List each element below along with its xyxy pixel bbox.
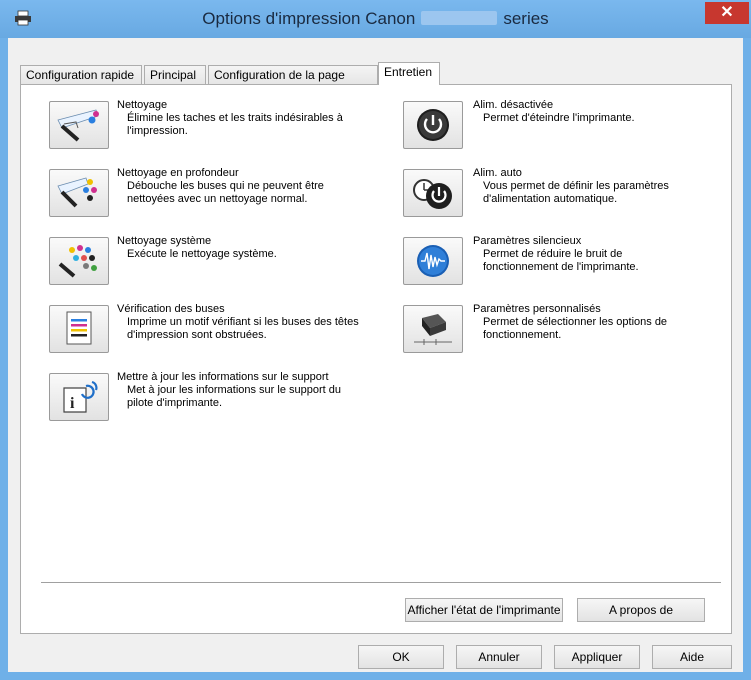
ok-button[interactable]: OK (358, 645, 444, 669)
about-button[interactable]: A propos de (577, 598, 705, 622)
apply-button[interactable]: Appliquer (554, 645, 640, 669)
power-off-button[interactable] (403, 101, 463, 149)
cleaning-desc: Élimine les taches et les traits indésir… (127, 112, 343, 137)
custom-settings-icon (414, 314, 452, 345)
tab-page-setup[interactable]: Configuration de la page (208, 65, 378, 84)
tab-quick-setup[interactable]: Configuration rapide (20, 65, 142, 84)
update-media-info-button[interactable]: i (49, 373, 109, 421)
nozzle-check-desc: Imprime un motif vérifiant si les buses … (127, 316, 359, 341)
auto-power-icon (413, 179, 452, 209)
quiet-settings-icon (417, 245, 449, 277)
nozzle-check-title: Vérification des buses (117, 303, 225, 315)
window-title-suffix: series (503, 9, 549, 28)
cleaning-title: Nettoyage (117, 99, 168, 111)
deep-cleaning-button[interactable] (49, 169, 109, 217)
divider (41, 582, 721, 584)
cancel-button[interactable]: Annuler (456, 645, 542, 669)
redacted-model (421, 11, 498, 25)
system-cleaning-title: Nettoyage système (117, 235, 212, 247)
update-media-info-desc: Met à jour les informations sur le suppo… (127, 384, 341, 409)
deep-cleaning-icon (57, 177, 97, 208)
maintenance-panel: Nettoyage Élimine les taches et les trai… (20, 84, 732, 634)
tab-maintenance[interactable]: Entretien (378, 62, 440, 85)
quiet-settings-desc: Permet de réduire le bruit de fonctionne… (483, 248, 639, 273)
deep-cleaning-title: Nettoyage en profondeur (117, 167, 239, 179)
view-printer-status-button[interactable]: Afficher l'état de l'imprimante (405, 598, 563, 622)
auto-power-title: Alim. auto (473, 167, 522, 179)
auto-power-button[interactable] (403, 169, 463, 217)
cleaning-icon (57, 109, 99, 142)
quiet-settings-title: Paramètres silencieux (473, 235, 582, 247)
help-button[interactable]: Aide (652, 645, 732, 669)
close-icon: ✕ (720, 4, 734, 21)
custom-settings-button[interactable] (403, 305, 463, 353)
deep-cleaning-desc: Débouche les buses qui ne peuvent être n… (127, 180, 324, 205)
printing-preferences-window: Options d'impression Canon series ✕ Confi… (0, 0, 751, 680)
update-media-info-icon: i (63, 380, 98, 413)
power-off-icon (417, 109, 449, 141)
custom-settings-desc: Permet de sélectionner les options de fo… (483, 316, 668, 341)
auto-power-desc: Vous permet de définir les paramètres d'… (483, 180, 669, 205)
title-bar[interactable]: Options d'impression Canon series ✕ (0, 0, 751, 38)
power-off-title: Alim. désactivée (473, 99, 554, 111)
power-off-desc: Permet d'éteindre l'imprimante. (483, 112, 635, 124)
window-title: Options d'impression Canon series (0, 9, 751, 29)
system-cleaning-button[interactable] (49, 237, 109, 285)
tab-main[interactable]: Principal (144, 65, 206, 84)
nozzle-check-button[interactable] (49, 305, 109, 353)
system-cleaning-icon (58, 245, 97, 278)
cleaning-button[interactable] (49, 101, 109, 149)
system-cleaning-desc: Exécute le nettoyage système. (127, 248, 277, 260)
update-media-info-title: Mettre à jour les informations sur le su… (117, 371, 329, 383)
close-button[interactable]: ✕ (705, 2, 749, 24)
quiet-settings-button[interactable] (403, 237, 463, 285)
window-title-text: Options d'impression Canon (202, 9, 416, 28)
nozzle-check-icon (66, 311, 92, 345)
dialog-client-area: Configuration rapide Principal Configura… (8, 38, 743, 672)
svg-text:i: i (70, 395, 75, 412)
custom-settings-title: Paramètres personnalisés (473, 303, 601, 315)
